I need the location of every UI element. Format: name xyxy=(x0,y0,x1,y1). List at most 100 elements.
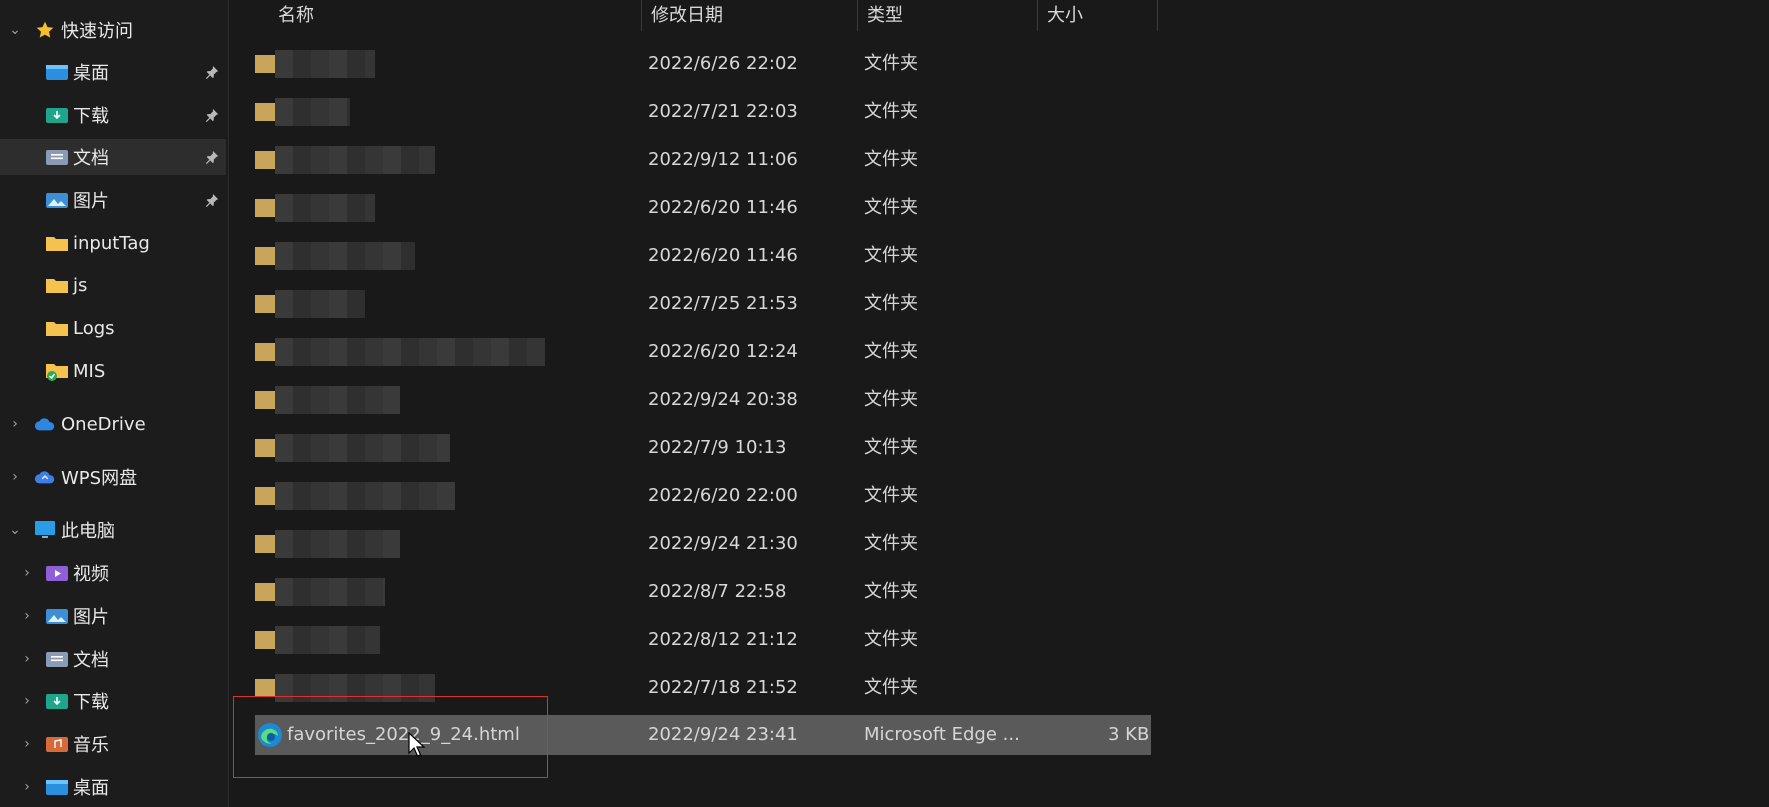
documents-folder-icon xyxy=(46,147,68,167)
chevron-right-icon[interactable]: › xyxy=(18,564,36,582)
nav-item-downloads[interactable]: 下载 xyxy=(0,97,226,133)
redacted-file-name xyxy=(275,290,365,318)
nav-item-pc-downloads[interactable]: › 下载 xyxy=(0,683,226,719)
chevron-right-icon[interactable]: › xyxy=(18,607,36,625)
file-row[interactable]: 2022/7/18 21:52 文件夹 xyxy=(255,668,1151,708)
file-row[interactable]: 2022/6/26 22:02 文件夹 xyxy=(255,44,1151,84)
nav-label: 桌面 xyxy=(73,63,109,84)
nav-onedrive[interactable]: › OneDrive xyxy=(0,406,226,442)
file-type: 文件夹 xyxy=(864,101,918,122)
file-date: 2022/9/24 20:38 xyxy=(648,389,798,410)
folder-icon xyxy=(46,233,68,253)
redacted-file-name xyxy=(275,578,385,606)
file-date: 2022/9/24 21:30 xyxy=(648,533,798,554)
navigation-pane: ⌄ 快速访问 桌面 下载 文档 图片 inputTag js Logs MIS … xyxy=(0,0,229,807)
file-type: 文件夹 xyxy=(864,293,918,314)
file-row[interactable]: 2022/8/12 21:12 文件夹 xyxy=(255,620,1151,660)
redacted-file-name xyxy=(275,242,415,270)
nav-item-inputtag[interactable]: inputTag xyxy=(0,225,226,261)
redacted-file-name xyxy=(275,386,400,414)
file-date: 2022/6/20 12:24 xyxy=(648,341,798,362)
file-type: 文件夹 xyxy=(864,53,918,74)
nav-item-pc-documents[interactable]: › 文档 xyxy=(0,641,226,677)
column-header-date[interactable]: 修改日期 xyxy=(642,0,858,31)
file-row[interactable]: 2022/6/20 11:46 文件夹 xyxy=(255,236,1151,276)
folder-icon xyxy=(46,318,68,338)
file-type: 文件夹 xyxy=(864,149,918,170)
nav-item-desktop[interactable]: 桌面 xyxy=(0,54,226,90)
nav-item-pictures[interactable]: 图片 xyxy=(0,182,226,218)
file-type: 文件夹 xyxy=(864,533,918,554)
nav-item-music[interactable]: › 音乐 xyxy=(0,726,226,762)
file-type: Microsoft Edge ... xyxy=(864,724,1020,745)
nav-label: 视频 xyxy=(73,564,109,585)
redacted-file-name xyxy=(275,530,400,558)
chevron-right-icon[interactable]: › xyxy=(18,778,36,796)
nav-this-pc[interactable]: ⌄ 此电脑 xyxy=(0,512,226,548)
file-date: 2022/7/21 22:03 xyxy=(648,101,798,122)
chevron-down-icon[interactable]: ⌄ xyxy=(6,521,24,539)
star-icon xyxy=(34,20,56,40)
redacted-file-name xyxy=(275,194,375,222)
shared-folder-icon xyxy=(46,361,68,381)
pin-icon[interactable] xyxy=(204,149,220,165)
redacted-file-name xyxy=(275,146,435,174)
file-type: 文件夹 xyxy=(864,437,918,458)
file-row[interactable]: 2022/7/25 21:53 文件夹 xyxy=(255,284,1151,324)
nav-wps-cloud[interactable]: › WPS网盘 xyxy=(0,459,226,495)
file-size: 3 KB xyxy=(1108,724,1150,745)
nav-item-js[interactable]: js xyxy=(0,267,226,303)
nav-label: WPS网盘 xyxy=(61,468,138,489)
nav-item-pc-desktop[interactable]: › 桌面 xyxy=(0,769,226,805)
file-type: 文件夹 xyxy=(864,629,918,650)
chevron-down-icon[interactable]: ⌄ xyxy=(6,21,24,39)
cloud-icon xyxy=(34,414,56,434)
redacted-file-name xyxy=(275,674,435,702)
file-row[interactable]: 2022/9/24 20:38 文件夹 xyxy=(255,380,1151,420)
chevron-right-icon[interactable]: › xyxy=(18,650,36,668)
column-divider[interactable] xyxy=(1157,0,1158,31)
file-row[interactable]: 2022/6/20 11:46 文件夹 xyxy=(255,188,1151,228)
file-row-selected[interactable]: favorites_2022_9_24.html 2022/9/24 23:41… xyxy=(255,715,1151,755)
nav-item-mis[interactable]: MIS xyxy=(0,353,226,389)
file-row[interactable]: 2022/6/20 22:00 文件夹 xyxy=(255,476,1151,516)
column-header-size[interactable]: 大小 xyxy=(1038,0,1158,31)
chevron-right-icon[interactable]: › xyxy=(18,692,36,710)
nav-label: 音乐 xyxy=(73,735,109,756)
downloads-folder-icon xyxy=(46,105,68,125)
nav-item-logs[interactable]: Logs xyxy=(0,310,226,346)
file-row[interactable]: 2022/6/20 12:24 文件夹 xyxy=(255,332,1151,372)
videos-folder-icon xyxy=(46,563,68,583)
pin-icon[interactable] xyxy=(204,192,220,208)
desktop-folder-icon xyxy=(46,777,68,797)
nav-quick-access[interactable]: ⌄ 快速访问 xyxy=(0,12,226,48)
documents-folder-icon xyxy=(46,649,68,669)
file-row[interactable]: 2022/7/9 10:13 文件夹 xyxy=(255,428,1151,468)
nav-item-documents[interactable]: 文档 xyxy=(0,139,226,175)
nav-label: Logs xyxy=(73,317,115,339)
desktop-folder-icon xyxy=(46,62,68,82)
file-row[interactable]: 2022/7/21 22:03 文件夹 xyxy=(255,92,1151,132)
chevron-right-icon[interactable]: › xyxy=(6,415,24,433)
file-date: 2022/9/12 11:06 xyxy=(648,149,798,170)
file-row[interactable]: 2022/9/24 21:30 文件夹 xyxy=(255,524,1151,564)
file-row[interactable]: 2022/9/12 11:06 文件夹 xyxy=(255,140,1151,180)
nav-label: 此电脑 xyxy=(61,521,115,542)
nav-label: OneDrive xyxy=(61,413,146,435)
file-list-pane: 名称 修改日期 类型 大小 2022/6/26 22:02 文件夹 2022/7/2… xyxy=(229,0,1769,807)
file-date: 2022/6/20 11:46 xyxy=(648,197,798,218)
file-row[interactable]: 2022/8/7 22:58 文件夹 xyxy=(255,572,1151,612)
nav-item-videos[interactable]: › 视频 xyxy=(0,555,226,591)
folder-icon xyxy=(46,275,68,295)
file-type: 文件夹 xyxy=(864,485,918,506)
redacted-file-name xyxy=(275,338,545,366)
column-header-type[interactable]: 类型 xyxy=(858,0,1038,31)
downloads-folder-icon xyxy=(46,691,68,711)
pin-icon[interactable] xyxy=(204,64,220,80)
column-header-name[interactable]: 名称 xyxy=(269,0,644,31)
chevron-right-icon[interactable]: › xyxy=(6,468,24,486)
nav-item-pc-pictures[interactable]: › 图片 xyxy=(0,598,226,634)
chevron-right-icon[interactable]: › xyxy=(18,735,36,753)
redacted-file-name xyxy=(275,50,375,78)
pin-icon[interactable] xyxy=(204,107,220,123)
